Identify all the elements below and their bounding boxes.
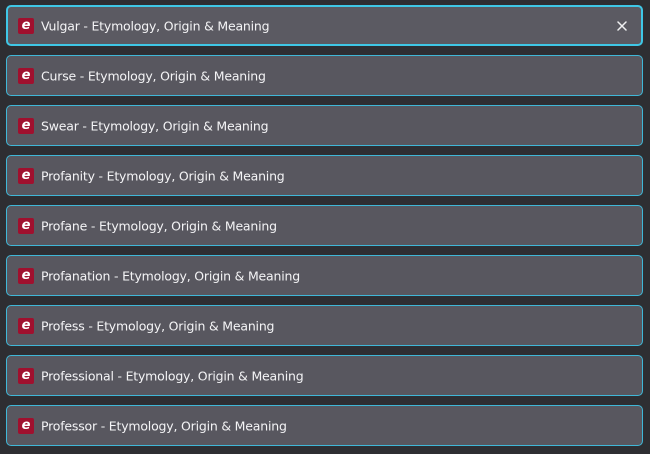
- tab-professional[interactable]: e Professional - Etymology, Origin & Mea…: [6, 355, 643, 396]
- etymonline-favicon-icon: e: [18, 217, 34, 234]
- tab-vulgar[interactable]: e Vulgar - Etymology, Origin & Meaning: [6, 5, 643, 46]
- etymonline-favicon-icon: e: [18, 167, 34, 184]
- etymonline-favicon-icon: e: [18, 317, 34, 334]
- etymonline-favicon-icon: e: [18, 117, 34, 134]
- tab-title: Curse - Etymology, Origin & Meaning: [41, 68, 266, 83]
- tab-title: Profanation - Etymology, Origin & Meanin…: [41, 268, 300, 283]
- tab-title: Vulgar - Etymology, Origin & Meaning: [41, 18, 270, 33]
- tab-title: Profane - Etymology, Origin & Meaning: [41, 218, 277, 233]
- tab-title: Professor - Etymology, Origin & Meaning: [41, 418, 287, 433]
- tab-professor[interactable]: e Professor - Etymology, Origin & Meanin…: [6, 405, 643, 446]
- tab-list: e Vulgar - Etymology, Origin & Meaning e…: [0, 0, 650, 454]
- tab-profane[interactable]: e Profane - Etymology, Origin & Meaning: [6, 205, 643, 246]
- etymonline-favicon-icon: e: [18, 67, 34, 84]
- tab-profess[interactable]: e Profess - Etymology, Origin & Meaning: [6, 305, 643, 346]
- tab-profanity[interactable]: e Profanity - Etymology, Origin & Meanin…: [6, 155, 643, 196]
- close-icon[interactable]: [615, 19, 629, 33]
- etymonline-favicon-icon: e: [18, 367, 34, 384]
- etymonline-favicon-icon: e: [18, 17, 34, 34]
- tab-title: Professional - Etymology, Origin & Meani…: [41, 368, 304, 383]
- tab-title: Profanity - Etymology, Origin & Meaning: [41, 168, 285, 183]
- etymonline-favicon-icon: e: [18, 267, 34, 284]
- tab-title: Swear - Etymology, Origin & Meaning: [41, 118, 269, 133]
- etymonline-favicon-icon: e: [18, 417, 34, 434]
- tab-profanation[interactable]: e Profanation - Etymology, Origin & Mean…: [6, 255, 643, 296]
- tab-swear[interactable]: e Swear - Etymology, Origin & Meaning: [6, 105, 643, 146]
- tab-title: Profess - Etymology, Origin & Meaning: [41, 318, 275, 333]
- tab-curse[interactable]: e Curse - Etymology, Origin & Meaning: [6, 55, 643, 96]
